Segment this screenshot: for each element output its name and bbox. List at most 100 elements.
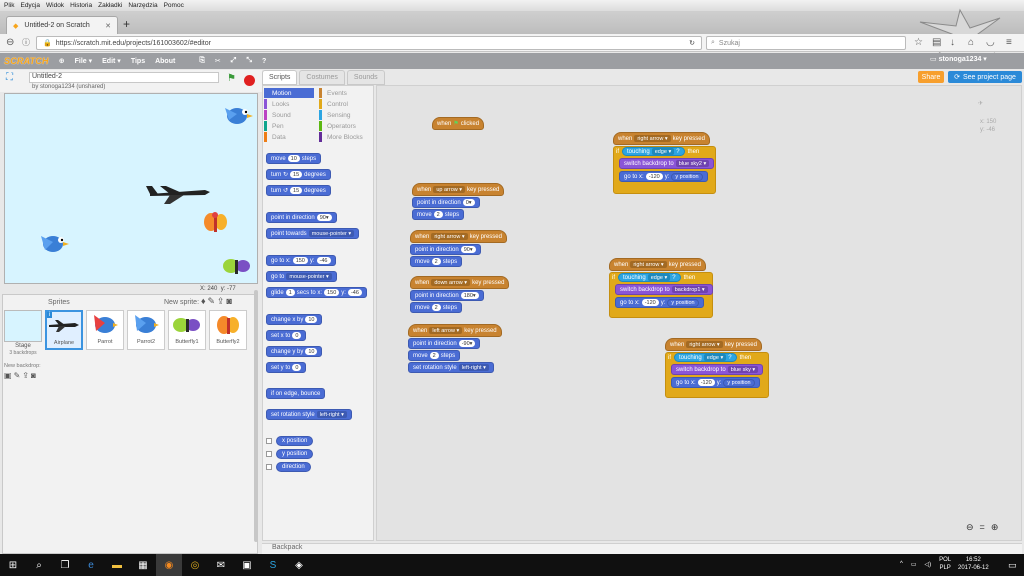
script-right-move[interactable]: move 2 steps [410, 256, 463, 267]
if3-hat[interactable]: when right arrow ▾ key pressed [665, 338, 762, 351]
block-goto[interactable]: go to mouse-pointer ▾ [266, 271, 337, 282]
grow-icon[interactable]: ⤢ [231, 57, 237, 65]
category-pen[interactable]: Pen [264, 121, 314, 131]
menu-item[interactable]: Pomoc [164, 2, 184, 9]
if1-hat[interactable]: when right arrow ▾ key pressed [613, 132, 710, 145]
block-rotation-style[interactable]: set rotation style left-right ▾ [266, 409, 352, 420]
block-bounce[interactable]: if on edge, bounce [266, 388, 326, 399]
home-icon[interactable]: ⌂ [968, 37, 974, 48]
browser-tab[interactable]: ◆ Untitled-2 on Scratch ✕ [6, 16, 118, 34]
network-icon[interactable]: ▭ [911, 561, 917, 568]
reporter-x-position[interactable]: x position [276, 436, 314, 446]
script-up-move[interactable]: move 2 steps [412, 209, 465, 220]
category-control[interactable]: Control [319, 99, 369, 109]
zoom-in-icon[interactable]: ⊕ [991, 522, 999, 533]
category-looks[interactable]: Looks [264, 99, 314, 109]
script-when-flag-clicked[interactable]: when ⚑ clicked [432, 117, 485, 130]
search-icon[interactable]: ⌕ [26, 554, 52, 576]
project-title-input[interactable]: Untitled-2 [29, 72, 219, 83]
shrink-icon[interactable]: ⤡ [246, 57, 252, 65]
choose-sprite-icon[interactable]: ♦ [201, 296, 206, 306]
if1-goto[interactable]: go to x: -120 y: y position [619, 171, 708, 182]
block-move-steps[interactable]: move 10 steps [266, 153, 322, 164]
edge-icon[interactable]: e [78, 554, 104, 576]
choose-backdrop-icon[interactable]: ▣ [4, 371, 12, 380]
checkbox-x-position[interactable] [266, 438, 272, 444]
reload-icon[interactable]: ↻ [689, 39, 695, 47]
if1-switch-backdrop[interactable]: switch backdrop to blue sky2 ▾ [619, 158, 715, 169]
script-down-move[interactable]: move 2 steps [410, 302, 463, 313]
download-icon[interactable]: ↓ [950, 37, 955, 48]
language-indicator[interactable]: POL PLP [939, 556, 951, 572]
menu-item[interactable]: Narzędzia [128, 2, 157, 9]
bookmarks-icon[interactable]: ▤ [932, 37, 941, 48]
cut-icon[interactable]: ✂ [215, 57, 221, 65]
upload-sprite-icon[interactable]: ⇪ [217, 296, 225, 306]
script-left-move[interactable]: move 2 steps [408, 350, 461, 361]
close-icon[interactable]: ✕ [105, 22, 111, 30]
category-sound[interactable]: Sound [264, 110, 314, 120]
zoom-reset-icon[interactable]: = [980, 522, 985, 533]
zoom-out-icon[interactable]: ⊖ [966, 522, 974, 533]
notifications-icon[interactable]: ▭ [1008, 560, 1017, 571]
category-data[interactable]: Data [264, 132, 314, 142]
sprite-thumb-parrot2[interactable]: Parrot2 [127, 310, 165, 350]
if3-goto[interactable]: go to x: -120 y: y position [671, 377, 760, 388]
edit-menu[interactable]: Edit ▾ [102, 57, 121, 65]
script-left-rotation[interactable]: set rotation style left-right ▾ [408, 362, 494, 373]
help-icon[interactable]: ? [262, 58, 266, 65]
block-glide[interactable]: glide 1 secs to x: 150 y: -46 [266, 287, 367, 298]
info-icon[interactable]: ⓘ [22, 37, 30, 48]
paint-backdrop-icon[interactable]: ✎ [14, 371, 21, 380]
sprite-thumb-butterfly1[interactable]: Butterfly1 [168, 310, 206, 350]
if3-switch-backdrop[interactable]: switch backdrop to blue sky ▾ [671, 364, 764, 375]
about-menu[interactable]: About [155, 58, 175, 65]
menu-item[interactable]: Zakładki [98, 2, 122, 9]
hamburger-menu-icon[interactable]: ≡ [1006, 37, 1012, 48]
share-button[interactable]: Share [918, 71, 944, 83]
fullscreen-icon[interactable]: ⛶ [6, 72, 13, 83]
stage-canvas[interactable] [4, 93, 258, 284]
file-explorer-icon[interactable]: ▬ [104, 554, 130, 576]
block-turn-left[interactable]: turn ↺ 15 degrees [266, 185, 331, 196]
block-set-x[interactable]: set x to 0 [266, 330, 307, 341]
sprite-thumb-parrot[interactable]: Parrot [86, 310, 124, 350]
file-menu[interactable]: File ▾ [75, 57, 93, 65]
menu-item[interactable]: Widok [46, 2, 64, 9]
block-change-x[interactable]: change x by 10 [266, 314, 323, 325]
menu-item[interactable]: Plik [4, 2, 14, 9]
pocket-icon[interactable]: ◡ [986, 37, 995, 48]
firefox-icon[interactable]: ◉ [156, 554, 182, 576]
url-bar[interactable]: 🔒 https://scratch.mit.edu/projects/16100… [36, 36, 702, 50]
new-tab-button[interactable]: + [123, 17, 130, 31]
photos-icon[interactable]: ▣ [234, 554, 260, 576]
menu-item[interactable]: Historia [70, 2, 92, 9]
reporter-y-position[interactable]: y position [276, 449, 314, 459]
sprite-thumb-airplane[interactable]: Airplane i [45, 310, 83, 350]
palette-scrollbar[interactable] [254, 290, 258, 542]
tab-scripts[interactable]: Scripts [262, 70, 298, 85]
sprite-info-icon[interactable]: i [47, 312, 53, 318]
script-down-hat[interactable]: when down arrow ▾ key pressed [410, 276, 510, 289]
task-view-icon[interactable]: ❐ [52, 554, 78, 576]
block-set-y[interactable]: set y to 0 [266, 362, 307, 373]
duplicate-icon[interactable]: ⎘ [199, 57, 205, 65]
block-point-towards[interactable]: point towards mouse-pointer ▾ [266, 228, 360, 239]
tray-arrow-icon[interactable]: ^ [900, 561, 903, 567]
tab-sounds[interactable]: Sounds [346, 70, 385, 85]
tips-menu[interactable]: Tips [131, 58, 145, 65]
search-input[interactable]: ⌕ Szukaj [706, 36, 906, 50]
upload-backdrop-icon[interactable]: ⇪ [22, 371, 29, 380]
windows-start-icon[interactable]: ⊞ [0, 554, 26, 576]
script-left-direction[interactable]: point in direction -90▾ [408, 338, 481, 349]
reporter-direction[interactable]: direction [276, 462, 311, 472]
chrome-icon[interactable]: ◎ [182, 554, 208, 576]
stop-icon[interactable] [244, 75, 255, 86]
clock[interactable]: 16:52 2017-06-12 [958, 556, 989, 572]
camera-icon[interactable]: ◙ [227, 296, 232, 306]
camera-backdrop-icon[interactable]: ◙ [31, 371, 36, 380]
checkbox-y-position[interactable] [266, 451, 272, 457]
block-turn-right[interactable]: turn ↻ 15 degrees [266, 169, 331, 180]
if2-hat[interactable]: when right arrow ▾ key pressed [609, 258, 706, 271]
skype-icon[interactable]: S [260, 554, 286, 576]
